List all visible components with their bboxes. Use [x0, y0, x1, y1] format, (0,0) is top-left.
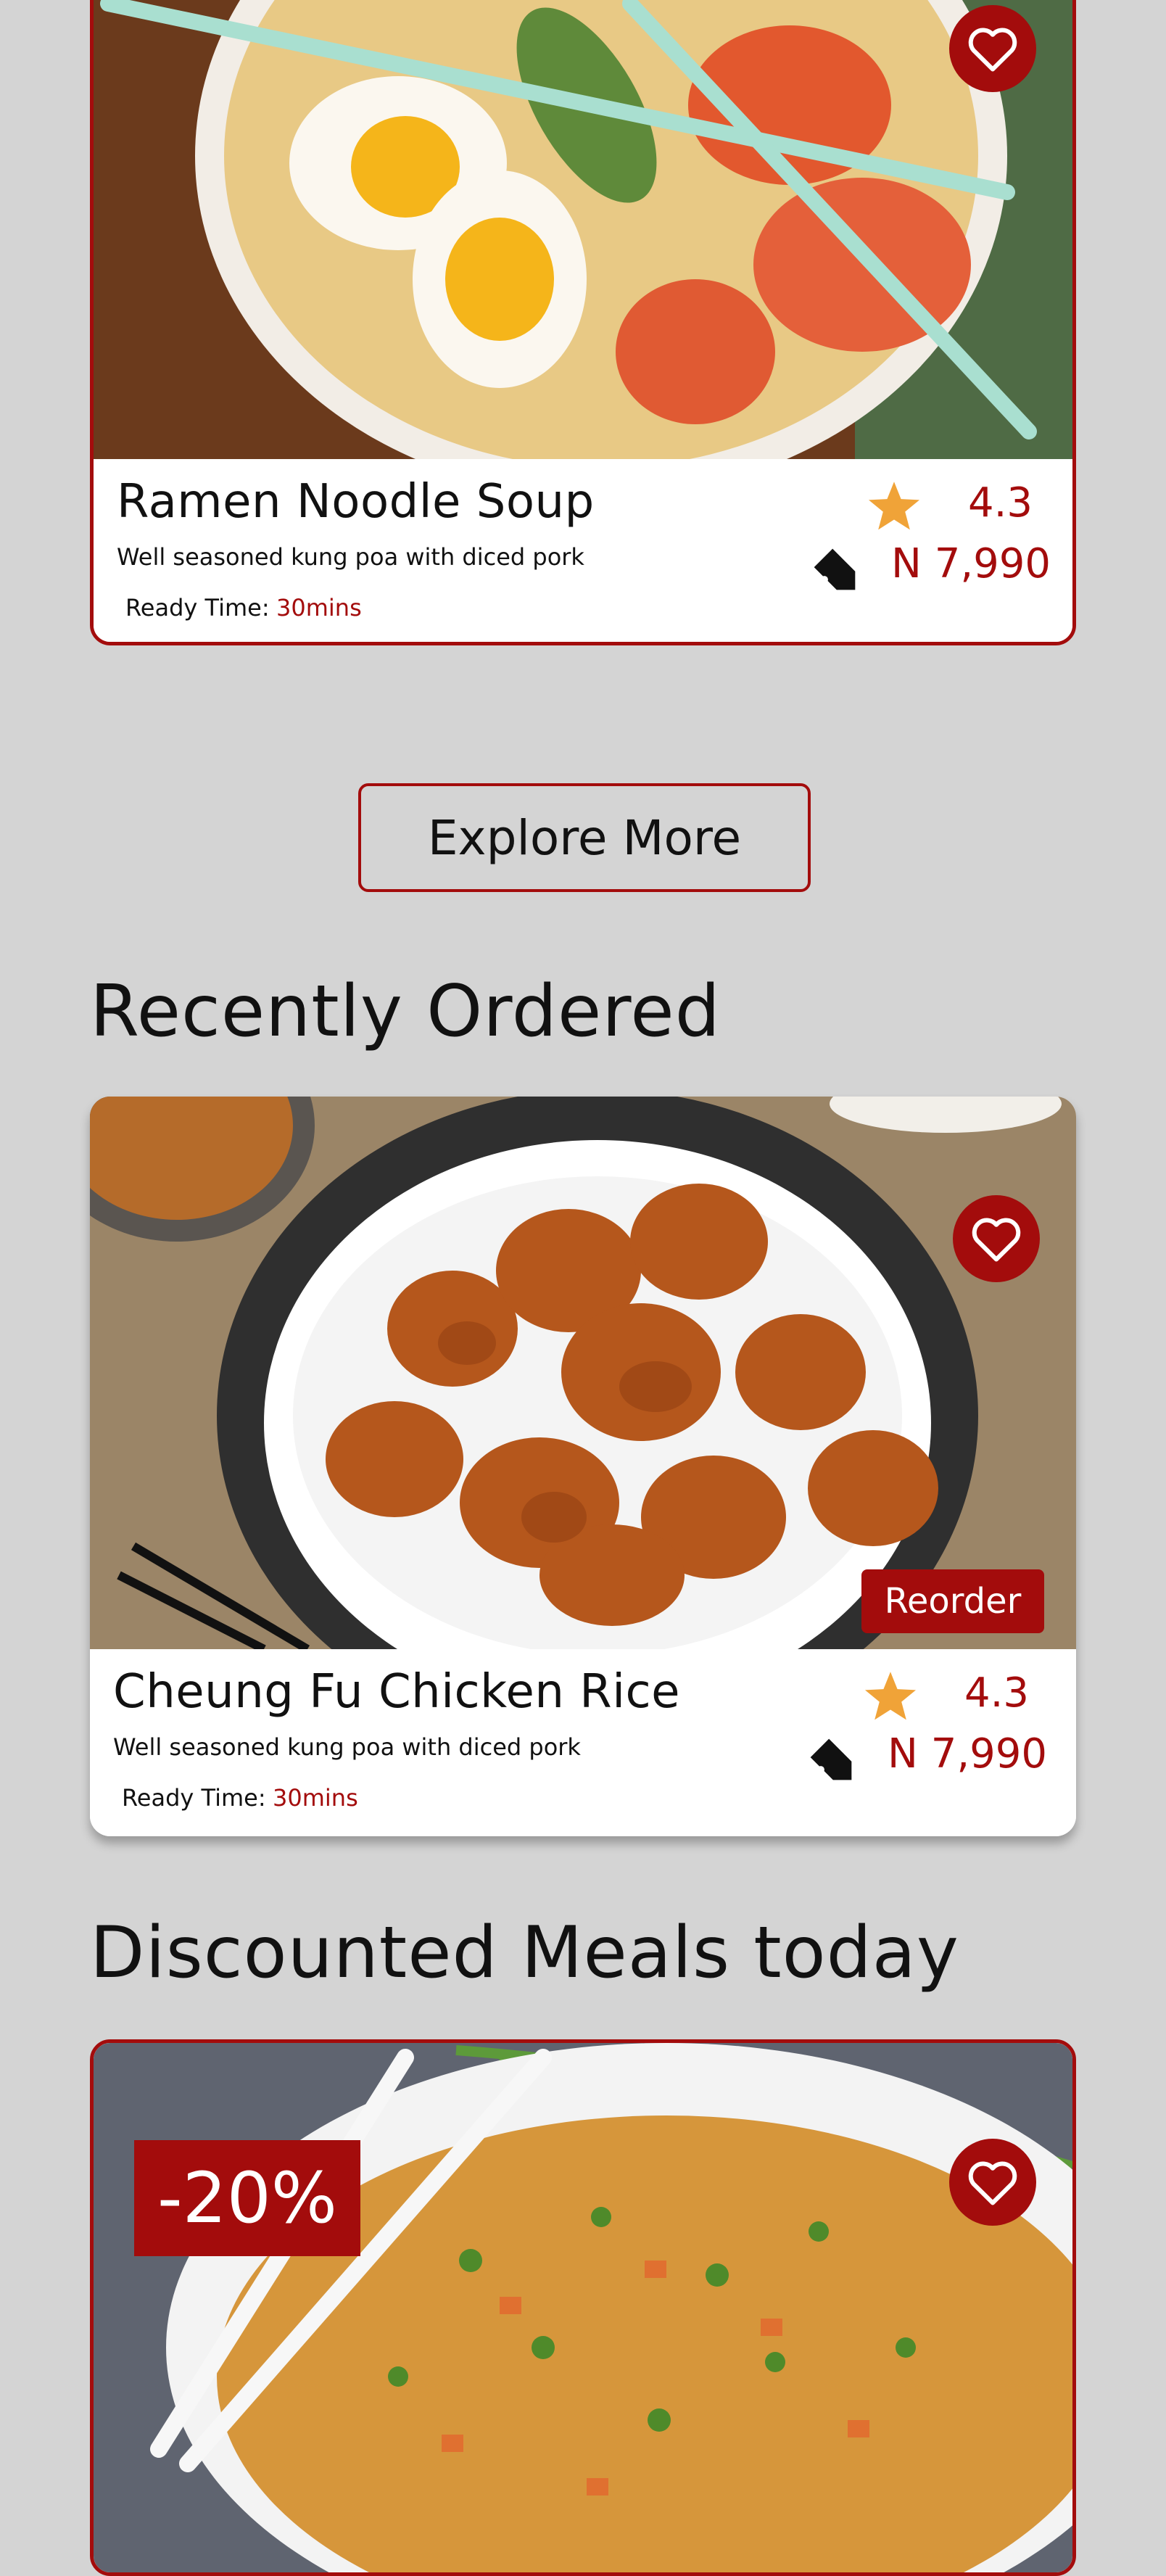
explore-more-button[interactable]: Explore More	[358, 783, 811, 892]
meal-info: Ramen Noodle Soup Well seasoned kung poa…	[94, 459, 1072, 642]
meal-card-fried-rice[interactable]: -20%	[90, 2039, 1076, 2576]
reorder-button[interactable]: Reorder	[861, 1569, 1044, 1633]
meal-card-chicken-rice[interactable]: Reorder Cheung Fu Chicken Rice Well seas…	[90, 1097, 1076, 1836]
favorite-button[interactable]	[949, 5, 1036, 92]
ready-time-label: Ready Time:	[122, 1784, 266, 1812]
price-tag-icon	[814, 548, 856, 590]
ready-time-label: Ready Time:	[125, 594, 270, 622]
heart-icon	[968, 2161, 1017, 2205]
star-icon	[864, 1672, 917, 1720]
chicken-rice-photo	[90, 1097, 1076, 1649]
meal-rating: 4.3	[968, 479, 1033, 527]
discount-badge: -20%	[134, 2140, 360, 2256]
recently-ordered-title: Recently Ordered	[90, 970, 721, 1053]
favorite-button[interactable]	[949, 2139, 1036, 2226]
meal-description: Well seasoned kung poa with diced pork	[113, 1733, 581, 1761]
ready-time-value: 30mins	[273, 1784, 358, 1812]
meal-card-ramen[interactable]: Ramen Noodle Soup Well seasoned kung poa…	[90, 0, 1076, 645]
star-icon	[868, 482, 920, 530]
heart-icon	[972, 1218, 1021, 1262]
meal-price: N 7,990	[891, 540, 1051, 587]
meal-description: Well seasoned kung poa with diced pork	[117, 543, 584, 571]
meal-info: Cheung Fu Chicken Rice Well seasoned kun…	[90, 1649, 1076, 1836]
meal-price: N 7,990	[888, 1730, 1048, 1778]
favorite-button[interactable]	[953, 1195, 1040, 1282]
ramen-photo	[94, 0, 1072, 459]
meal-name: Ramen Noodle Soup	[117, 475, 595, 529]
fried-rice-photo	[94, 2043, 1072, 2572]
price-tag-icon	[810, 1738, 852, 1780]
discounted-meals-title: Discounted Meals today	[90, 1912, 959, 1994]
meal-name: Cheung Fu Chicken Rice	[113, 1665, 681, 1719]
heart-icon	[968, 28, 1017, 72]
ready-time-value: 30mins	[276, 594, 362, 622]
meal-rating: 4.3	[964, 1669, 1030, 1717]
